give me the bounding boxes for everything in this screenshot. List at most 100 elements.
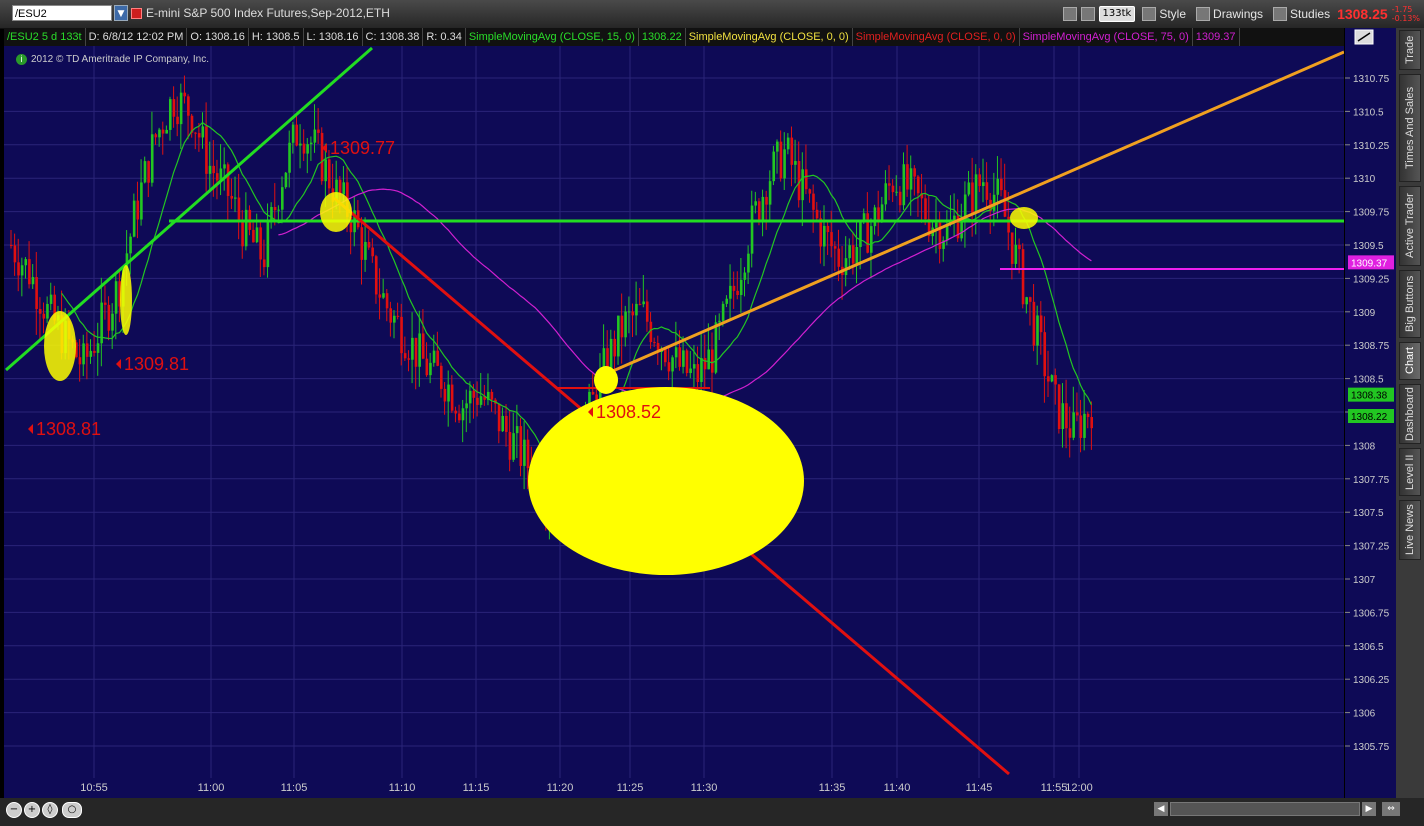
candle-body [873,207,877,227]
zoom-in-icon[interactable]: + [24,802,40,818]
candle-body [262,259,266,268]
candle-body [678,347,682,367]
candle-body [512,433,515,460]
candle-body [281,187,284,210]
price-plot[interactable]: 10:55 11:00 11:05 11:10 11:15 11:20 11:25 11:30… [4,28,1344,798]
sma15-value: 1308.22 [639,28,686,46]
side-tab-level-ii[interactable]: Level II [1399,448,1421,496]
candle-body [320,132,324,182]
candle-body [757,201,761,221]
candle-body [374,256,378,295]
candle-body [844,258,848,276]
side-tabs: Trade Times And Sales Active Trader Big But… [1396,28,1424,798]
candle-body [201,126,205,138]
candle-body [830,232,833,247]
price-tick-label: 1309 [1353,308,1376,319]
symbol-input[interactable]: /ESU2 [12,5,112,21]
candle-body [205,126,208,174]
candle-body [468,390,472,404]
sma-a-label[interactable]: SimpleMovingAvg (CLOSE, 0, 0) [686,28,853,46]
price-label-close: 1308.38 [1351,391,1388,402]
candle-body [924,198,927,220]
scroll-left-icon[interactable]: ◀ [1154,802,1168,816]
sma75-label[interactable]: SimpleMovingAvg (CLOSE, 75, 0) [1020,28,1193,46]
side-tab-dashboard[interactable]: Dashboard [1399,384,1421,444]
candle-body [194,132,197,134]
sma15-label[interactable]: SimpleMovingAvg (CLOSE, 15, 0) [466,28,639,46]
side-tab-chart[interactable]: Chart [1399,342,1421,380]
candle-body [869,226,873,253]
side-tab-trade[interactable]: Trade [1399,30,1421,70]
candle-body [342,182,346,195]
time-tick-label: 11:10 [389,782,416,794]
time-tick-label: 11:05 [281,782,308,794]
zoom-out-icon[interactable]: − [6,802,22,818]
side-tab-big-buttons[interactable]: Big Buttons [1399,270,1421,338]
studies-icon [1273,7,1288,21]
candle-body [747,253,750,273]
candle-body [888,183,891,186]
candle-body [136,200,140,220]
wrench-icon[interactable] [1080,7,1095,21]
candle-body [237,197,241,220]
aggregation-badge[interactable]: 133tk [1098,6,1136,22]
highlight-ellipse [1010,207,1038,229]
candle-body [974,174,978,214]
info-low: L: 1308.16 [304,28,363,46]
sma-b-label[interactable]: SimpleMovingAvg (CLOSE, 0, 0) [853,28,1020,46]
candle-body [682,350,685,367]
side-tab-live-news[interactable]: Live News [1399,500,1421,560]
price-tick-label: 1307 [1353,575,1376,586]
time-tick-label: 11:30 [691,782,718,794]
candle-body [13,245,17,263]
candle-body [909,168,913,190]
candle-body [1003,190,1007,217]
time-tick-label: 10:55 [80,782,108,794]
candle-body [1010,232,1014,264]
candle-body [718,320,721,323]
candle-body [891,185,895,193]
time-scrollbar[interactable] [1170,802,1360,816]
candle-body [1050,375,1054,382]
price-tick-label: 1309.5 [1353,241,1384,252]
drawings-button[interactable]: Drawings [1193,5,1266,23]
candle-body [1068,428,1072,438]
time-tick-label: 11:55 [1041,782,1068,794]
candle-body [382,293,385,298]
symbol-dropdown-icon[interactable]: ▼ [114,5,128,21]
candle-body [255,227,259,243]
candle-body [985,182,989,200]
candle-body [1072,412,1075,438]
studies-button[interactable]: Studies [1270,5,1333,23]
side-tab-active-trader[interactable]: Active Trader [1399,186,1421,266]
candle-body [93,350,96,353]
candle-body [234,197,237,199]
style-button[interactable]: Style [1139,5,1189,23]
candle-body [617,315,620,357]
pan-icon[interactable]: ○ [62,802,82,818]
candle-body [898,191,902,206]
candle-body [848,245,851,259]
bottom-bar: − + ◊ ○ ◀ ▶ ⇔ [0,798,1424,826]
scroll-right-icon[interactable]: ▶ [1362,802,1376,816]
price-label-sma75: 1309.37 [1351,258,1388,269]
candle-body [230,195,234,199]
highlight-ellipse [320,192,352,232]
candle-body [754,201,757,206]
expand-icon[interactable]: ⇔ [1382,802,1400,816]
candle-body [833,246,837,249]
candle-body [1083,413,1086,438]
cursor-icon[interactable] [1062,7,1077,21]
side-tab-times-and-sales[interactable]: Times And Sales [1399,74,1421,182]
chart-area[interactable]: 10:55 11:00 11:05 11:10 11:15 11:20 11:25 11:30… [4,28,1344,798]
copyright: i 2012 © TD Ameritrade IP Company, Inc. [16,54,209,65]
candle-body [400,316,403,354]
link-color-icon[interactable] [131,8,142,19]
candle-body [721,303,725,321]
candle-body [403,353,407,359]
candle-body [765,196,768,205]
candle-body [396,315,400,317]
candle-body [273,206,277,211]
price-axis[interactable]: 1310.75 1310.5 1310.25 1310 1309.75 1309.5 130… [1344,28,1397,798]
zoom-box-icon[interactable]: ◊ [42,802,58,818]
